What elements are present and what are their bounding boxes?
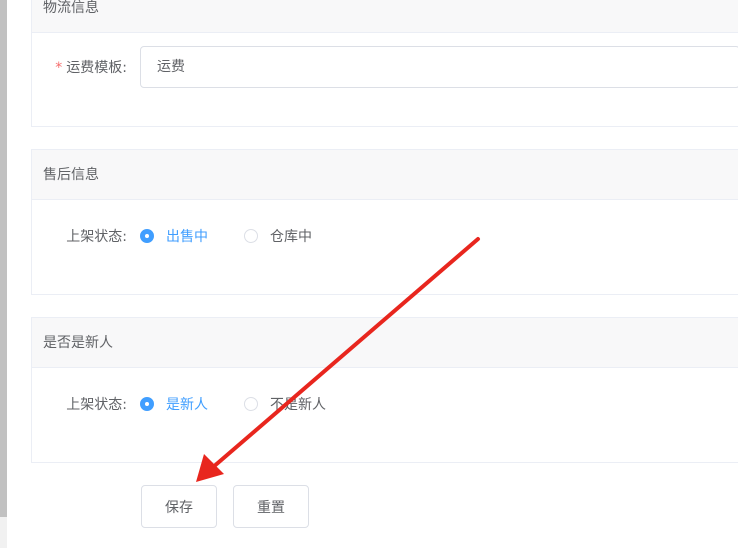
- radio-on-sale[interactable]: 出售中: [140, 226, 208, 246]
- card-title: 物流信息: [32, 0, 738, 33]
- logistics-card: 物流信息 * 运费模板: 运费: [31, 0, 738, 127]
- new-user-card: 是否是新人 上架状态: 是新人 不是新人: [31, 317, 738, 463]
- radio-checked-icon: [140, 229, 154, 243]
- status-label: 上架状态:: [66, 397, 127, 413]
- save-button[interactable]: 保存: [141, 485, 217, 528]
- scrollbar-track: [0, 517, 7, 548]
- shipping-template-select[interactable]: 运费: [140, 46, 738, 88]
- radio-in-warehouse[interactable]: 仓库中: [244, 226, 312, 246]
- radio-not-new[interactable]: 不是新人: [244, 394, 326, 414]
- label-text: 运费模板:: [66, 60, 127, 76]
- card-title: 售后信息: [32, 150, 738, 200]
- scrollbar[interactable]: [0, 0, 7, 517]
- card-title: 是否是新人: [32, 318, 738, 368]
- radio-unchecked-icon: [244, 397, 258, 411]
- radio-unchecked-icon: [244, 229, 258, 243]
- required-mark: *: [55, 60, 63, 76]
- radio-is-new[interactable]: 是新人: [140, 394, 208, 414]
- radio-checked-icon: [140, 397, 154, 411]
- radio-label: 不是新人: [270, 397, 326, 413]
- radio-label: 仓库中: [270, 229, 312, 245]
- shipping-template-label: * 运费模板:: [32, 57, 140, 77]
- radio-label: 是新人: [166, 397, 208, 413]
- after-sale-card: 售后信息 上架状态: 出售中 仓库中: [31, 149, 738, 295]
- reset-button[interactable]: 重置: [233, 485, 309, 528]
- status-label: 上架状态:: [66, 229, 127, 245]
- radio-label: 出售中: [166, 229, 208, 245]
